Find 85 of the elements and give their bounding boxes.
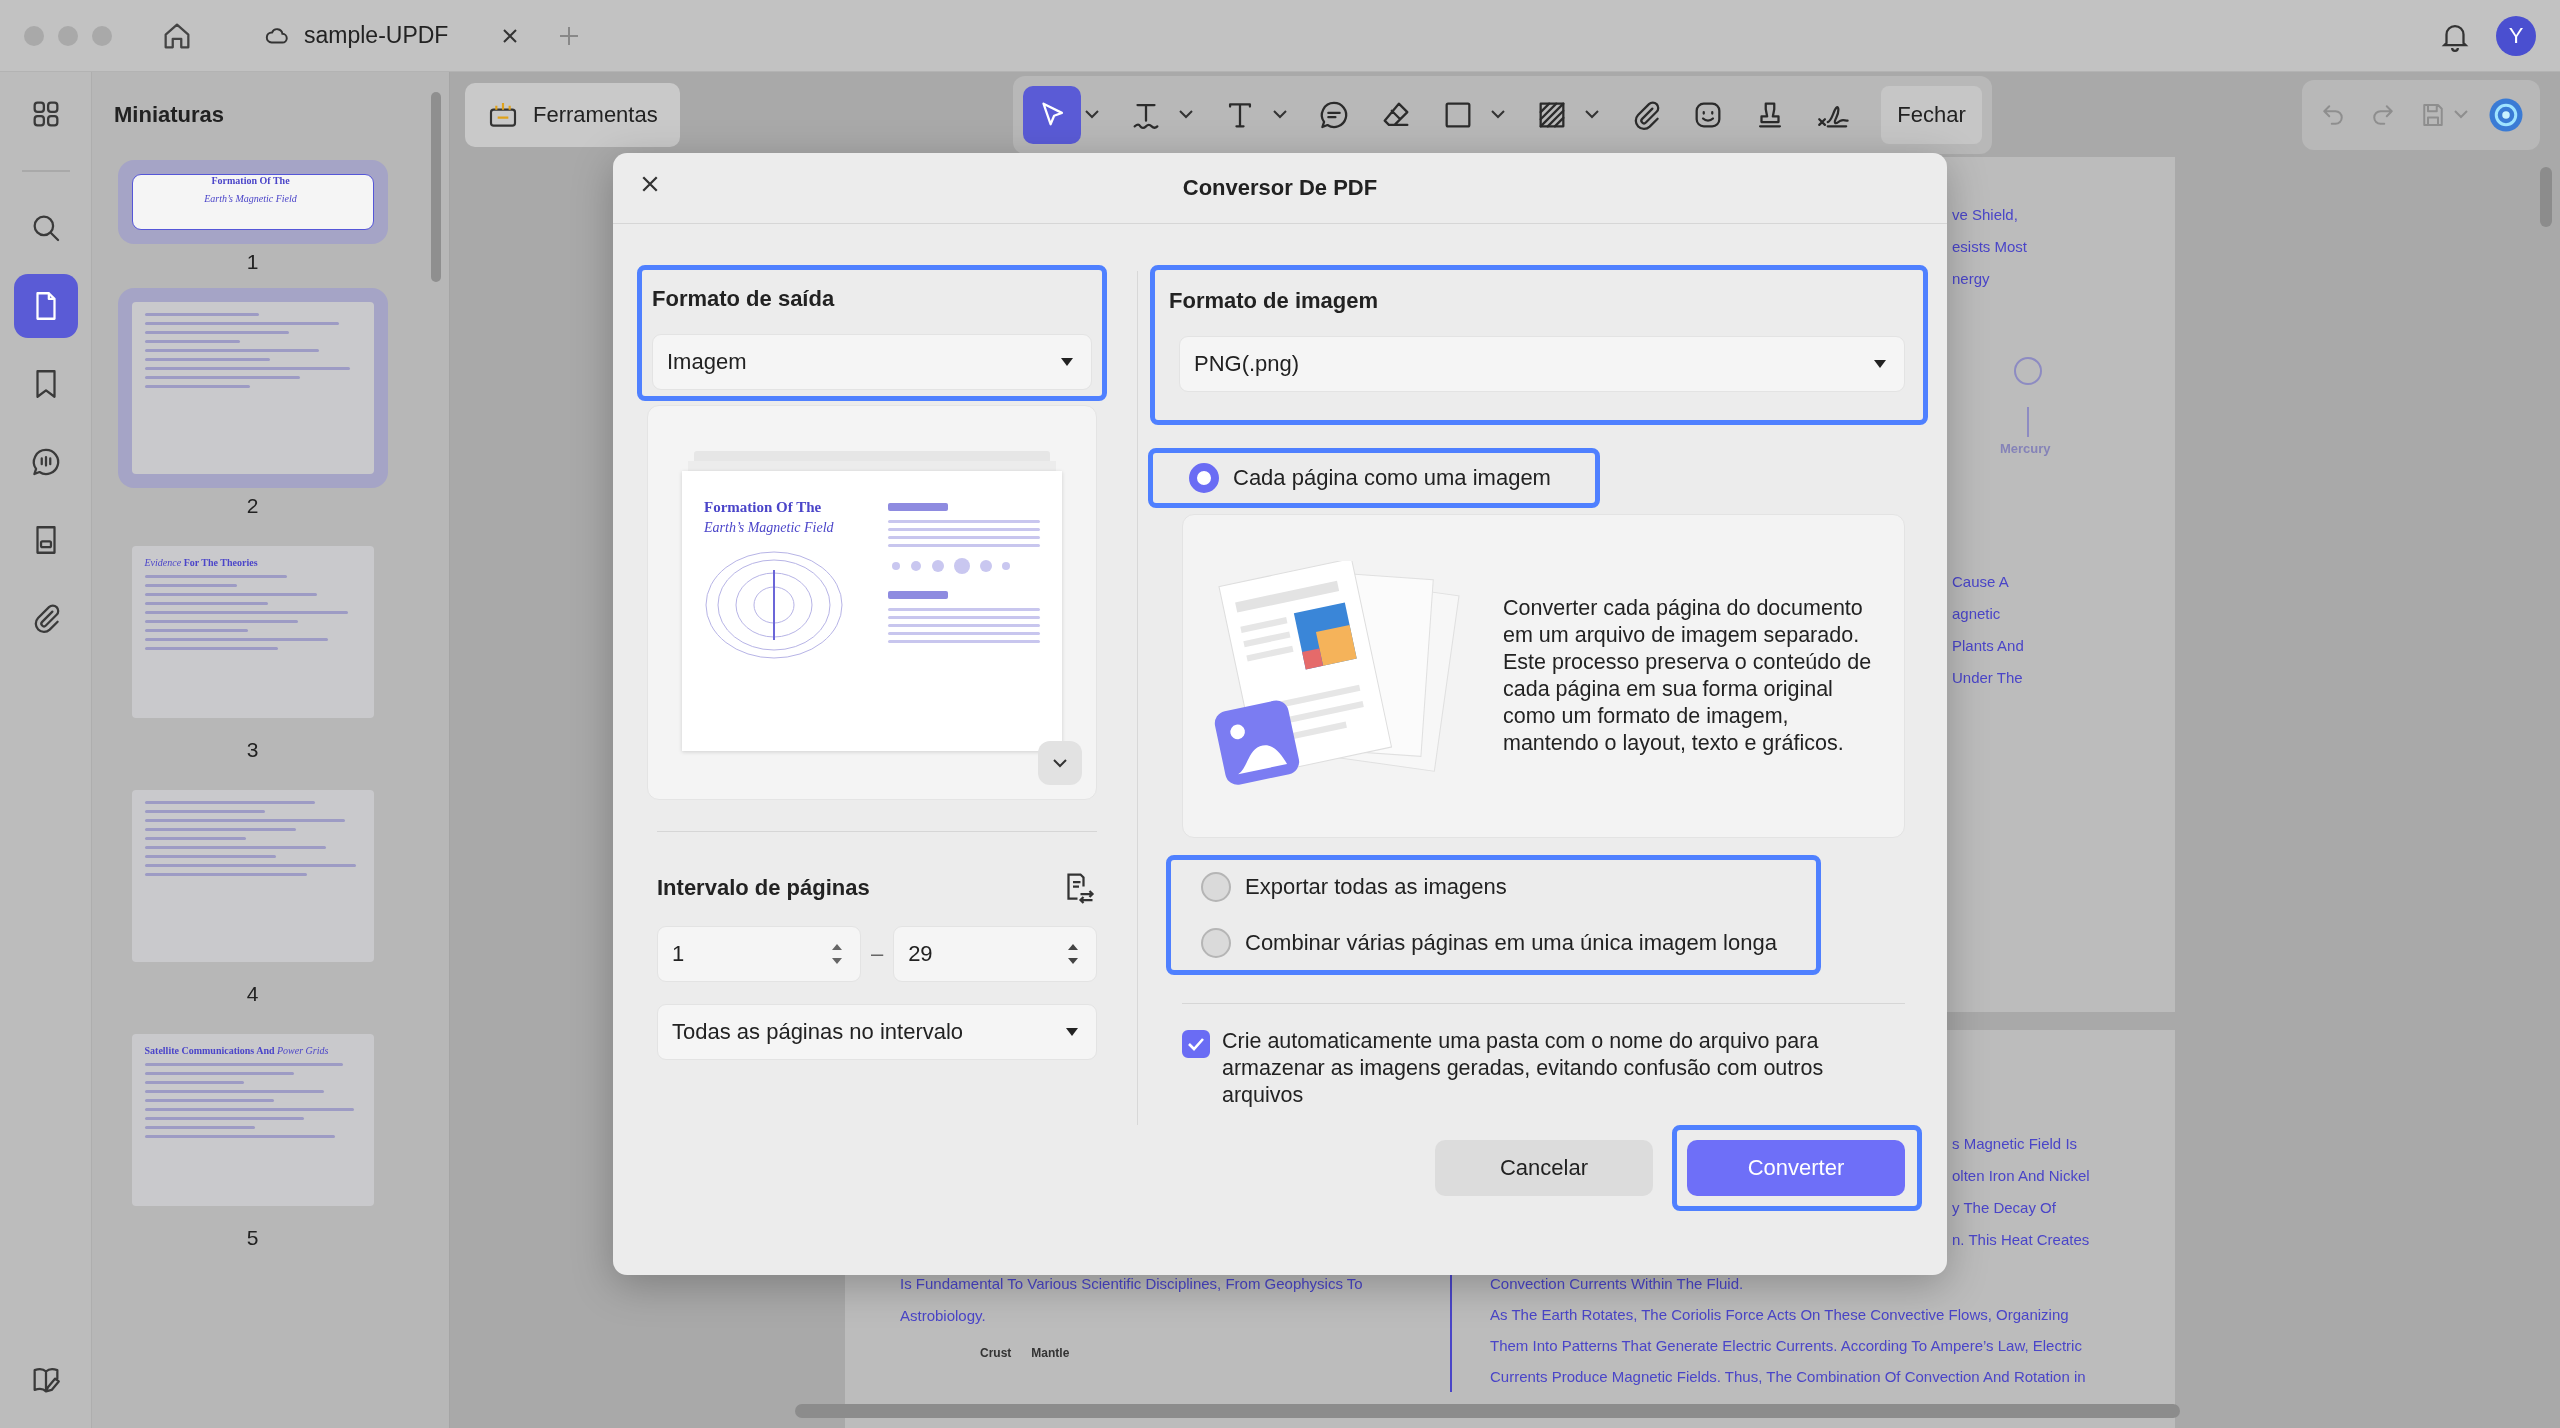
document-text: As The Earth Rotates, The Coriolis Force Acts On These Convective Flows, Organizing: [1490, 1305, 2070, 1325]
radio-button[interactable]: [1201, 872, 1231, 902]
document-text: ve Shield,: [1952, 205, 2019, 225]
diagram-label: Crust: [980, 1346, 1012, 1360]
page-thumbnail[interactable]: Evidence For The Theories: [131, 546, 374, 718]
thumbnail-title: Evidence For The Theories: [144, 557, 259, 569]
document-text: Under The: [1952, 668, 2024, 688]
thumbnail-slot[interactable]: Evidence For The Theories: [117, 532, 388, 732]
description-text: Converter cada página do documento em um arquivo de imagem separado. Este processo preserva o conteúdo de cada página em sua forma original como um formato de imagem, mantendo o layout, texto e gráficos.: [1503, 595, 1873, 757]
checkbox[interactable]: [1182, 1030, 1210, 1058]
heading-tag: [888, 503, 948, 511]
output-format-dropdown[interactable]: Imagem: [652, 334, 1092, 390]
dropdown-arrow-icon: [1874, 360, 1886, 368]
diagram-label: Mantle: [1031, 1346, 1070, 1360]
chevron-down-icon: [1053, 758, 1067, 768]
checkbox-label: Crie automaticamente uma pasta com o nome do arquivo para armazenar as imagens geradas, evitando confusão com outros arquivos: [1222, 1028, 1825, 1109]
document-text: olten Iron And Nickel: [1952, 1166, 2091, 1186]
dropdown-arrow-icon: [1061, 358, 1073, 366]
thumbnail-highlight[interactable]: [117, 288, 388, 488]
close-button[interactable]: Fechar: [1881, 85, 1982, 144]
page-scope-dropdown[interactable]: Todas as páginas no intervalo: [657, 1004, 1097, 1060]
document-text: Astrobiology.: [900, 1306, 987, 1326]
heading-tag: [888, 591, 948, 599]
checkmark-icon: [1187, 1037, 1205, 1051]
page-thumbnail[interactable]: Satellite Communications And Power Grids: [131, 1034, 374, 1206]
document-text: Currents Produce Magnetic Fields. Thus, The Combination Of Convection And Rotation in: [1490, 1367, 2086, 1387]
thumbnail-subtitle: Earth’s Magnetic Field: [204, 193, 297, 205]
scrollbar[interactable]: [795, 1404, 2180, 1418]
thumbnail-highlight[interactable]: Formation Of The Earth’s Magnetic Field: [117, 160, 388, 244]
convert-button[interactable]: Converter: [1687, 1140, 1905, 1196]
radio-option[interactable]: Cada página como uma imagem: [1189, 463, 1595, 493]
radio-option[interactable]: Exportar todas as imagens: [1201, 872, 1816, 902]
tools-button[interactable]: Ferramentas: [465, 82, 680, 147]
range-separator: –: [870, 941, 884, 967]
document-text: nergy: [1952, 269, 1991, 289]
page-number: 2: [246, 494, 259, 518]
preview-title: Formation Of The: [704, 499, 823, 516]
stepper-icon: [1068, 943, 1078, 965]
document-text: Convection Currents Within The Fluid.: [1490, 1274, 1745, 1294]
field-label: Formato de saída: [652, 286, 836, 312]
image-format-dropdown[interactable]: PNG(.png): [1179, 336, 1905, 392]
stepper-icon: [831, 943, 842, 965]
document-tab[interactable]: sample-UPDF: [244, 7, 539, 64]
document-text: agnetic: [1952, 604, 2002, 624]
radio-button[interactable]: [1189, 463, 1219, 493]
page-thumbnail[interactable]: [131, 302, 374, 474]
close-icon[interactable]: [502, 27, 519, 44]
start-page-field[interactable]: 1: [657, 926, 861, 982]
tool-button[interactable]: [1023, 85, 1082, 144]
dropdown-arrow-icon: [1066, 1028, 1078, 1036]
scrollbar[interactable]: [431, 92, 441, 282]
thumbnail-slot[interactable]: Satellite Communications And Power Grids: [117, 1020, 388, 1220]
page-number: 4: [246, 982, 259, 1006]
tab-title: sample-UPDF: [304, 22, 449, 49]
document-text: n. This Heat Creates: [1952, 1230, 2091, 1250]
planet-label: Mercury: [2000, 441, 2051, 456]
page-thumbnail[interactable]: [131, 790, 374, 962]
close-icon: [641, 175, 659, 193]
document-text: Plants And: [1952, 636, 2025, 656]
page-number: 1: [246, 250, 259, 274]
planet-circle: [2014, 357, 2042, 385]
document-text: Them Into Patterns That Generate Electric Currents. According To Ampere’s Law, Electric: [1490, 1336, 2083, 1356]
document-text: Cause A: [1952, 572, 2010, 592]
thumbnail-title: Satellite Communications And Power Grids: [144, 1045, 330, 1057]
thumbnail-title: Formation Of The: [211, 175, 290, 187]
dialog-title: Conversor De PDF: [1182, 175, 1378, 201]
user-avatar[interactable]: Y: [2496, 15, 2536, 56]
page-thumbnail[interactable]: Formation Of The Earth’s Magnetic Field: [131, 174, 374, 230]
document-text: esists Most: [1952, 237, 2028, 257]
section-label: Intervalo de páginas: [657, 875, 870, 901]
page-number: 5: [246, 1226, 259, 1250]
field-label: Formato de imagem: [1169, 288, 1380, 314]
page-number: 3: [246, 738, 259, 762]
swirl-logo-icon[interactable]: [2488, 96, 2524, 133]
radio-button[interactable]: [1201, 928, 1231, 958]
document-text: s Magnetic Field Is: [1952, 1134, 2079, 1154]
end-page-field[interactable]: 29: [893, 926, 1097, 982]
radio-option[interactable]: Combinar várias páginas em uma única imagem longa: [1201, 928, 1816, 958]
document-text: y The Decay Of: [1952, 1198, 2057, 1218]
panel-title: Miniaturas: [113, 101, 226, 129]
preview-subtitle: Earth’s Magnetic Field: [704, 520, 835, 536]
document-text: Is Fundamental To Various Scientific Disciplines, From Geophysics To: [900, 1274, 1364, 1294]
scrollbar[interactable]: [2540, 167, 2552, 227]
sidebar-tab[interactable]: [13, 274, 78, 338]
cancel-button[interactable]: Cancelar: [1435, 1140, 1653, 1196]
